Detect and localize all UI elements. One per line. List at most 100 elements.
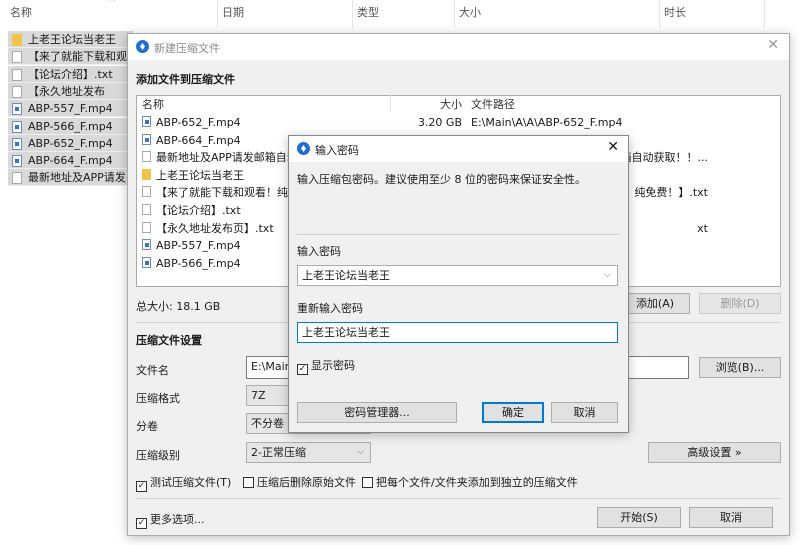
explorer-file-item[interactable]: 上老王论坛当老王	[8, 31, 133, 48]
file-name: ABP-557_F.mp4	[28, 102, 113, 116]
file-path: xt	[697, 221, 708, 235]
explorer-file-item[interactable]: 【论坛介绍】.txt	[8, 65, 133, 83]
list-header-size[interactable]: 大小	[440, 96, 462, 112]
settings-section-title: 压缩文件设置	[136, 334, 202, 347]
explorer-file-item[interactable]: ABP-557_F.mp4	[8, 100, 133, 118]
column-header-name[interactable]: 名称	[6, 0, 218, 28]
explorer-file-item[interactable]: 【来了就能下载和观看	[8, 48, 133, 66]
file-name: 最新地址及APP请发邮	[28, 171, 126, 185]
video-file-icon	[12, 155, 22, 168]
chevron-down-icon: ⌵	[357, 447, 364, 457]
file-name: ABP-557_F.mp4	[156, 239, 241, 253]
level-select[interactable]: 2-正常压缩 ⌵	[246, 442, 371, 463]
explorer-file-item[interactable]: ABP-566_F.mp4	[8, 117, 133, 135]
checkbox-checked-icon: ✓	[136, 518, 147, 529]
app-icon	[136, 40, 149, 53]
more-options-checkbox[interactable]: ✓ 更多选项...	[136, 511, 205, 529]
volume-label: 分卷	[136, 420, 158, 433]
filename-label: 文件名	[136, 364, 169, 377]
delete-original-checkbox[interactable]: 压缩后删除原始文件	[243, 474, 356, 490]
text-file-icon	[12, 85, 22, 98]
column-header-duration[interactable]: 时长	[660, 0, 765, 28]
video-file-icon	[12, 137, 22, 150]
advanced-settings-button[interactable]: 高级设置 »	[648, 442, 781, 463]
delete-button: 删除(D)	[699, 293, 781, 314]
column-header-type[interactable]: 类型	[353, 0, 455, 28]
video-file-icon	[142, 256, 151, 268]
list-item[interactable]: ABP-557_F.mp4	[142, 237, 241, 254]
file-path: 箱自动获取！！...	[620, 151, 709, 165]
list-item[interactable]: ABP-652_F.mp4	[142, 114, 241, 131]
checkbox-checked-icon: ✓	[297, 364, 308, 375]
show-password-checkbox[interactable]: ✓ 显示密码	[297, 357, 355, 375]
list-item[interactable]: ABP-664_F.mp4	[142, 132, 241, 149]
text-file-icon	[142, 221, 151, 233]
password-label: 输入密码	[297, 245, 341, 258]
file-name: 【论坛介绍】.txt	[28, 67, 113, 81]
add-section-title: 添加文件到压缩文件	[136, 73, 235, 86]
password-combo[interactable]: 上老王论坛当老王 ⌵	[297, 265, 618, 286]
list-item[interactable]: 最新地址及APP请发邮箱自动获	[142, 149, 309, 166]
show-password-label: 显示密码	[311, 359, 355, 372]
list-header-name[interactable]: 名称	[142, 96, 164, 112]
file-name: 最新地址及APP请发邮箱自动获	[156, 151, 309, 165]
list-header-path[interactable]: 文件路径	[471, 96, 515, 112]
list-item[interactable]: ABP-566_F.mp4	[142, 255, 241, 272]
file-name: 【来了就能下载和观看！纯免费	[156, 186, 310, 200]
cancel-button[interactable]: 取消	[689, 507, 773, 528]
explorer-file-item[interactable]: 最新地址及APP请发邮	[8, 169, 133, 187]
text-file-icon	[142, 151, 151, 163]
text-file-icon	[142, 204, 151, 215]
format-label: 压缩格式	[136, 392, 180, 405]
explorer-file-item[interactable]: ABP-664_F.mp4	[8, 152, 133, 170]
explorer-file-item[interactable]: ABP-652_F.mp4	[8, 134, 133, 152]
list-item[interactable]: 上老王论坛当老王	[142, 167, 244, 184]
reenter-password-input[interactable]: 上老王论坛当老王	[297, 322, 618, 343]
text-file-icon	[142, 186, 151, 198]
checkbox-checked-icon: ✓	[136, 481, 147, 492]
password-manager-button[interactable]: 密码管理器...	[297, 402, 457, 423]
file-name: 【来了就能下载和观看	[28, 50, 127, 64]
level-label: 压缩级别	[136, 449, 180, 462]
video-file-icon	[12, 103, 22, 116]
reenter-label: 重新输入密码	[297, 302, 363, 315]
close-icon[interactable]: ✕	[607, 139, 619, 155]
password-hint: 输入压缩包密码。建议使用至少 8 位的密码来保证安全性。	[297, 173, 586, 186]
test-archive-label: 测试压缩文件(T)	[150, 476, 232, 489]
checkbox-icon	[243, 477, 254, 488]
video-file-icon	[142, 116, 151, 127]
separate-archives-checkbox[interactable]: 把每个文件/文件夹添加到独立的压缩文件	[362, 474, 578, 490]
file-path: E:\Main\A\A\ABP-652_F.mp4	[471, 116, 623, 129]
list-item[interactable]: 【论坛介绍】.txt	[142, 202, 241, 219]
ok-button[interactable]: 确定	[482, 402, 544, 423]
start-button[interactable]: 开始(S)	[597, 507, 681, 528]
text-file-icon	[12, 68, 22, 81]
password-dialog-title: 输入密码	[315, 144, 359, 157]
file-name: ABP-664_F.mp4	[28, 154, 113, 168]
password-value: 上老王论坛当老王	[302, 269, 390, 282]
total-size: 总大小: 18.1 GB	[136, 300, 221, 313]
test-archive-checkbox[interactable]: ✓ 测试压缩文件(T)	[136, 474, 231, 492]
chevron-down-icon[interactable]: ⌵	[604, 266, 611, 285]
checkbox-icon	[362, 477, 373, 488]
file-size: 3.20 GB	[417, 116, 462, 129]
cancel-button[interactable]: 取消	[551, 402, 618, 423]
file-name: 【论坛介绍】.txt	[156, 204, 241, 217]
file-name: 【永久地址发布页】.txt	[28, 84, 105, 98]
add-button[interactable]: 添加(A)	[620, 293, 690, 314]
browse-button[interactable]: 浏览(B)...	[699, 357, 781, 378]
video-file-icon	[142, 133, 151, 145]
file-name: ABP-566_F.mp4	[28, 119, 113, 133]
column-header-date[interactable]: 日期	[218, 0, 353, 28]
file-name: 上老王论坛当老王	[28, 33, 116, 46]
app-icon	[297, 142, 310, 155]
column-header-size[interactable]: 大小	[455, 0, 660, 28]
list-item[interactable]: 【永久地址发布页】.txt	[142, 220, 274, 237]
list-item[interactable]: 【来了就能下载和观看！纯免费	[142, 184, 310, 201]
file-name: ABP-652_F.mp4	[28, 136, 113, 150]
file-path: ！纯免费！】.txt	[623, 186, 708, 200]
explorer-file-item[interactable]: 【永久地址发布页】.txt	[8, 82, 133, 100]
video-file-icon	[12, 120, 22, 133]
close-icon[interactable]: ✕	[767, 37, 779, 53]
title-bar: 新建压缩文件 ✕	[128, 34, 789, 60]
